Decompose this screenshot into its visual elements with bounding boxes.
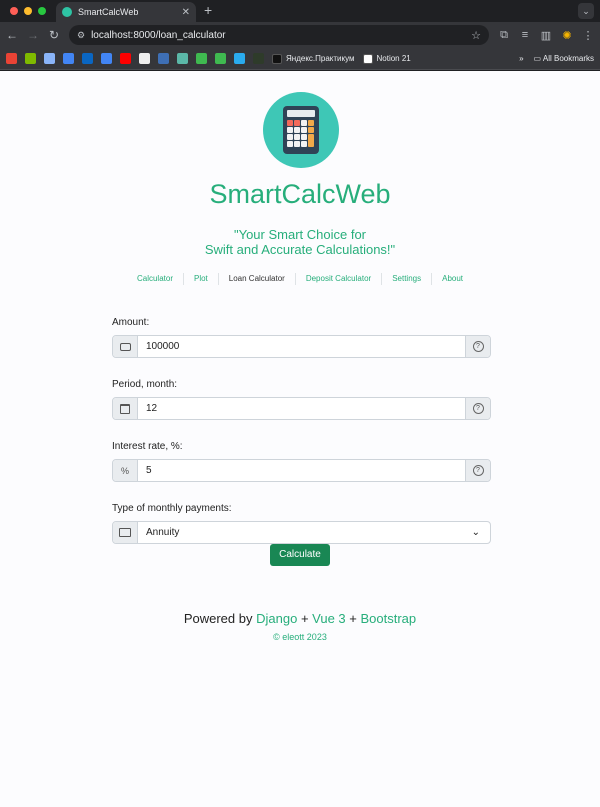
app-title: SmartCalcWeb	[209, 179, 391, 209]
dark-app-icon[interactable]	[253, 53, 264, 64]
close-window-button[interactable]	[10, 7, 18, 15]
bookmarks-bar: Яндекс.Практикум Notion 21 » ▭ All Bookm…	[0, 48, 600, 70]
bookmark-practicum[interactable]: Яндекс.Практикум	[272, 53, 355, 64]
bookmark-icons	[6, 53, 264, 64]
powered-by-text: Powered by	[183, 611, 253, 626]
rate-help-icon[interactable]: ?	[465, 460, 490, 481]
translate-icon[interactable]	[101, 53, 112, 64]
site-info-icon[interactable]: ⚙	[77, 30, 85, 41]
profile-icon[interactable]: ✺	[561, 29, 573, 42]
tagline-line-1: "Your Smart Choice for	[233, 227, 367, 242]
address-bar[interactable]: ⚙ localhost:8000/loan_calculator ☆	[69, 25, 489, 45]
media-icon[interactable]: ≡	[519, 29, 531, 41]
page-content: SmartCalcWeb "Your Smart Choice for Swif…	[0, 71, 600, 807]
nav-item-calculator[interactable]: Calculator	[127, 273, 183, 285]
bookmark-practicum-label: Яндекс.Практикум	[286, 54, 355, 63]
footer-powered-by: Powered by Django + Vue 3 + Bootstrap	[0, 611, 600, 626]
rate-group: % ?	[112, 459, 491, 482]
calculate-button[interactable]: Calculate	[270, 544, 330, 566]
tab-title: SmartCalcWeb	[78, 7, 139, 17]
chevron-down-icon: ⌄	[471, 527, 480, 538]
nav-item-deposit-calculator[interactable]: Deposit Calculator	[294, 273, 381, 285]
new-tab-button[interactable]: +	[204, 2, 212, 18]
vue-link[interactable]: Vue 3	[312, 611, 346, 626]
percent-icon: %	[113, 460, 138, 481]
terminal-icon[interactable]	[196, 53, 207, 64]
back-icon[interactable]: ←	[6, 28, 18, 42]
extensions-icon[interactable]: ⧉	[498, 29, 510, 42]
period-label: Period, month:	[112, 379, 178, 390]
tab-search-button[interactable]: ⌄	[578, 3, 594, 19]
main-nav: Calculator Plot Loan Calculator Deposit Cal…	[0, 273, 600, 285]
forward-icon[interactable]: →	[27, 28, 39, 42]
amount-input[interactable]	[138, 336, 465, 357]
window-controls	[10, 7, 46, 15]
bookmark-b-icon[interactable]	[139, 53, 150, 64]
rate-label: Interest rate, %:	[112, 441, 183, 452]
nav-item-about[interactable]: About	[431, 273, 473, 285]
browser-tab[interactable]: SmartCalcWeb ✕	[56, 2, 196, 22]
period-help-icon[interactable]: ?	[465, 398, 490, 419]
k-icon[interactable]	[158, 53, 169, 64]
plus-sign: +	[349, 611, 357, 626]
period-group: ?	[112, 397, 491, 420]
side-panel-icon[interactable]: ▥	[540, 29, 552, 42]
calendar-icon	[113, 398, 138, 419]
minimize-window-button[interactable]	[24, 7, 32, 15]
twentyone-icon[interactable]	[215, 53, 226, 64]
calendar-icon[interactable]	[63, 53, 74, 64]
amount-label: Amount:	[112, 317, 150, 328]
browser-toolbar: ← → ↻ ⚙ localhost:8000/loan_calculator ☆…	[0, 22, 600, 48]
bookmark-star-icon[interactable]: ☆	[471, 29, 481, 42]
tagline: "Your Smart Choice for Swift and Accurat…	[0, 227, 600, 257]
loan-form: Amount: ? Period, month: ? Interest rate…	[112, 317, 491, 565]
folder-icon	[113, 522, 138, 543]
payment-type-group: Annuity ⌄	[112, 521, 491, 544]
search-icon[interactable]	[177, 53, 188, 64]
microsoft-icon[interactable]	[25, 53, 36, 64]
copyright: © eleott 2023	[273, 632, 327, 642]
amount-help-icon[interactable]: ?	[465, 336, 490, 357]
nav-item-settings[interactable]: Settings	[381, 273, 431, 285]
menu-icon[interactable]: ⋮	[582, 29, 594, 42]
amount-group: ?	[112, 335, 491, 358]
onedrive-icon[interactable]	[82, 53, 93, 64]
rate-input[interactable]	[138, 460, 465, 481]
payment-type-select[interactable]: Annuity ⌄	[138, 522, 490, 543]
close-tab-icon[interactable]: ✕	[182, 7, 190, 18]
more-bookmarks-icon[interactable]: »	[519, 54, 523, 63]
plus-sign: +	[300, 611, 309, 626]
calculator-logo-icon	[263, 92, 339, 168]
tab-bar: SmartCalcWeb ✕ + ⌄	[0, 0, 600, 22]
youtube-icon[interactable]	[120, 53, 131, 64]
nav-item-loan-calculator[interactable]: Loan Calculator	[217, 273, 295, 285]
tagline-line-2: Swift and Accurate Calculations!"	[204, 242, 396, 257]
bootstrap-link[interactable]: Bootstrap	[361, 611, 417, 626]
url-text: localhost:8000/loan_calculator	[91, 29, 226, 41]
all-bookmarks-folder[interactable]: ▭ All Bookmarks	[534, 54, 594, 63]
nav-item-plot[interactable]: Plot	[182, 273, 218, 285]
payment-type-value: Annuity	[146, 527, 180, 538]
bookmark-notion[interactable]: Notion 21	[362, 53, 411, 64]
telegram-icon[interactable]	[234, 53, 245, 64]
reload-icon[interactable]: ↻	[48, 28, 60, 42]
payment-type-label: Type of monthly payments:	[112, 503, 232, 514]
bookmark-notion-label: Notion 21	[376, 54, 411, 63]
period-input[interactable]	[138, 398, 465, 419]
submit-wrap: Calculate	[0, 544, 600, 566]
maximize-window-button[interactable]	[38, 7, 46, 15]
wallet-icon	[113, 336, 138, 357]
gmail-icon[interactable]	[6, 53, 17, 64]
globe-icon[interactable]	[44, 53, 55, 64]
django-link[interactable]: Django	[256, 611, 297, 626]
browser-chrome: SmartCalcWeb ✕ + ⌄ ← → ↻ ⚙ localhost:800…	[0, 0, 600, 70]
all-bookmarks-label: All Bookmarks	[542, 54, 594, 63]
favicon-icon	[62, 7, 72, 17]
